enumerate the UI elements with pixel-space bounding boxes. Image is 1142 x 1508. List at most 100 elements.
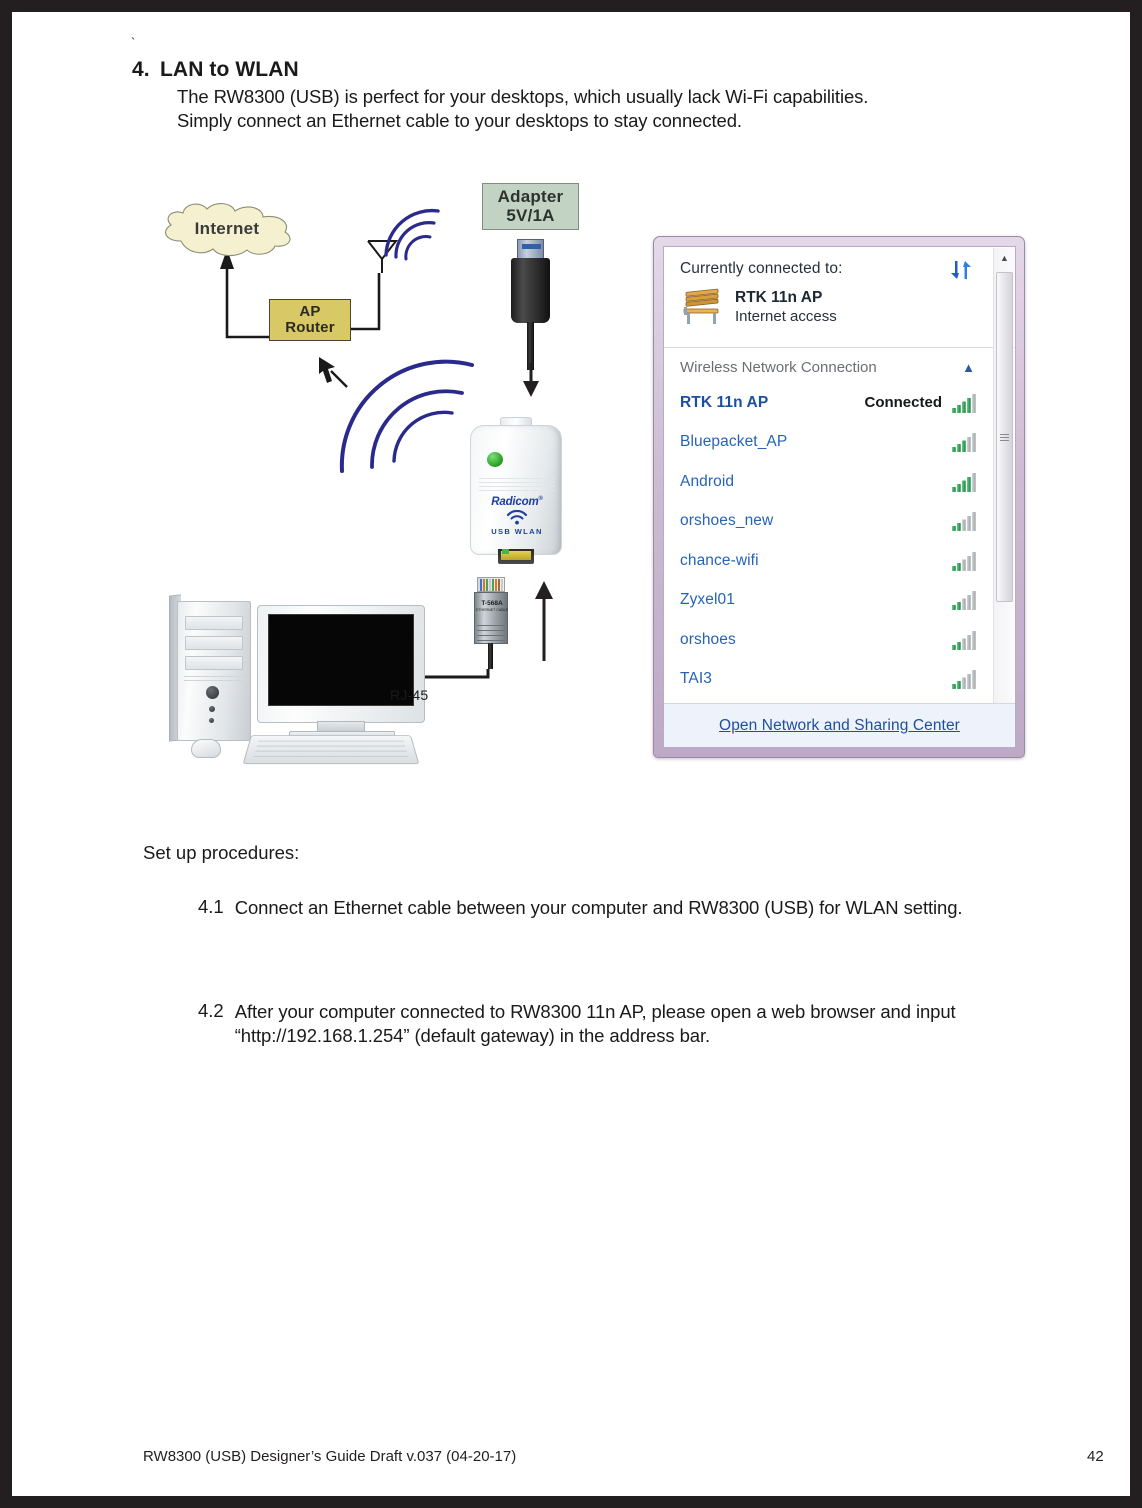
page-title: 4. LAN to WLAN [132,58,1062,82]
signal-strength-icon [952,511,977,532]
chevron-up-icon[interactable]: ▲ [962,360,975,375]
scroll-up-button[interactable]: ▲ [994,248,1015,268]
adapter-label-line1: Adapter [497,186,564,206]
network-ssid: orshoes_new [680,512,774,530]
computer-monitor [257,605,425,723]
network-status: Connected [864,394,942,412]
vertical-scrollbar[interactable]: ▲ ▼ [993,248,1014,746]
network-list-item[interactable]: TAI3 [664,660,1015,700]
dongle-rj45-jack [498,549,534,564]
arrow-down-to-dongle-icon [523,363,539,397]
blank-bay-2 [185,656,243,670]
network-panel-footer: Open Network and Sharing Center [664,703,1015,747]
refresh-icon[interactable] [949,259,973,281]
refresh-arrows-glyph [951,261,971,279]
active-connection-text: RTK 11n AP Internet access [735,287,837,327]
dongle-port-label: USB WLAN [491,527,543,536]
signal-strength-glyph [952,512,976,532]
network-ssid: Android [680,472,735,490]
network-list-item[interactable]: Android [664,462,1015,502]
active-connection-row[interactable]: RTK 11n AP Internet access [680,287,1001,327]
procedure-item-4-1: 4.1 Connect an Ethernet cable between yo… [198,896,1028,920]
network-list-item[interactable]: Zyxel01 [664,581,1015,621]
power-adapter-node: Adapter 5V/1A [482,183,579,230]
network-ssid: TAI3 [680,670,712,688]
network-ssid: RTK 11n AP [680,393,769,411]
rw8300-usb-dongle: Radicom® USB WLAN [470,415,562,564]
procedure-text: After your computer connected to RW8300 … [234,1001,956,1047]
network-panel-header: Currently connected to: RTK 11n AP Inter… [664,247,1015,348]
dongle-brand-text: Radicom [491,496,539,508]
signal-strength-icon [952,669,977,690]
network-ssid: orshoes [680,630,736,648]
park-bench-glyph [683,288,719,324]
wireless-connection-section-header[interactable]: Wireless Network Connection ▲ [664,348,1015,383]
signal-strength-icon [952,393,977,413]
intro-line-2: Simply connect an Ethernet cable to your… [177,109,742,131]
signal-strength-icon [952,472,977,492]
signal-strength-icon [952,432,977,453]
section-number: 4. [132,58,150,81]
intro-paragraph: The RW8300 (USB) is perfect for your des… [177,85,1062,132]
internet-cloud: Internet [157,201,297,257]
signal-strength-icon [952,590,977,611]
internet-cloud-label: Internet [194,219,260,238]
rj45-plug-text: T-568A ETHERNET CABLE [475,599,509,613]
dongle-shell: Radicom® USB WLAN [470,425,562,555]
footer-document-title: RW8300 (USB) Designer’s Guide Draft v.03… [143,1448,517,1465]
signal-strength-glyph [952,551,976,571]
procedure-text: Connect an Ethernet cable between your c… [234,897,963,918]
computer-mouse [191,739,221,758]
intro-line-1: The RW8300 (USB) is perfect for your des… [177,86,869,107]
network-ssid: Bluepacket_AP [680,433,788,451]
network-ssid: chance-wifi [680,551,759,569]
wireless-waves-top-icon [384,208,440,261]
rj45-plug-body: T-568A ETHERNET CABLE [474,592,508,644]
connection-access-status: Internet access [735,308,837,326]
registered-mark: ® [538,496,543,503]
section-title: LAN to WLAN [160,58,299,81]
adapter-label-line2: 5V/1A [506,205,555,225]
signal-strength-icon [952,630,977,650]
signal-strength-glyph [952,670,976,690]
scrollbar-thumb[interactable] [996,272,1013,602]
signal-strength-glyph [952,393,976,413]
network-list-item[interactable]: Bluepacket_AP [664,423,1015,463]
section-label: Wireless Network Connection [680,359,877,376]
ap-router-node: AP Router [269,299,351,341]
signal-strength-glyph [952,472,976,492]
footer-page-number: 42 [1087,1448,1104,1465]
mouse-pointer-arrow-icon [319,357,348,388]
section-heading-block: 4. LAN to WLAN The RW8300 (USB) is perfec… [132,58,1062,132]
network-list-item[interactable]: chance-wifi [664,541,1015,581]
setup-procedures-heading: Set up procedures: [143,842,300,863]
bench-icon [680,287,724,325]
computer-keyboard [242,735,420,765]
ap-router-label-line1: AP [299,302,321,320]
signal-strength-icon [952,551,977,571]
wifi-icon [506,509,528,525]
procedure-number: 4.1 [198,896,224,917]
dongle-vent-ridges [479,478,555,494]
procedure-item-4-2: 4.2 After your computer connected to RW8… [198,1000,1028,1048]
desktop-computer-illustration [169,589,434,769]
dongle-status-led [487,452,503,467]
blank-bay-1 [185,636,243,650]
open-network-sharing-center-link[interactable]: Open Network and Sharing Center [719,717,960,735]
network-list: RTK 11n AP Connected Bluepacket_AP Android o… [664,383,1015,699]
network-list-item[interactable]: orshoes_new [664,502,1015,542]
stray-tick-mark: ` [131,35,136,50]
network-list-item[interactable]: orshoes [664,620,1015,660]
procedure-number: 4.2 [198,1000,224,1021]
connected-ssid: RTK 11n AP [735,289,823,306]
wireless-network-flyout-panel[interactable]: Currently connected to: RTK 11n AP Inter… [653,236,1025,758]
network-ssid: Zyxel01 [680,591,735,609]
computer-tower [177,601,251,741]
network-list-item[interactable]: RTK 11n AP Connected [664,383,1015,423]
rj45-standard-label: T-568A [481,600,503,607]
ap-router-label-line2: Router [285,319,335,336]
wireless-waves-bottom-icon [339,359,474,473]
document-page: ` 4. LAN to WLAN The RW8300 (USB) is perf… [12,12,1130,1496]
reset-button [209,706,215,712]
activity-led [209,718,214,723]
